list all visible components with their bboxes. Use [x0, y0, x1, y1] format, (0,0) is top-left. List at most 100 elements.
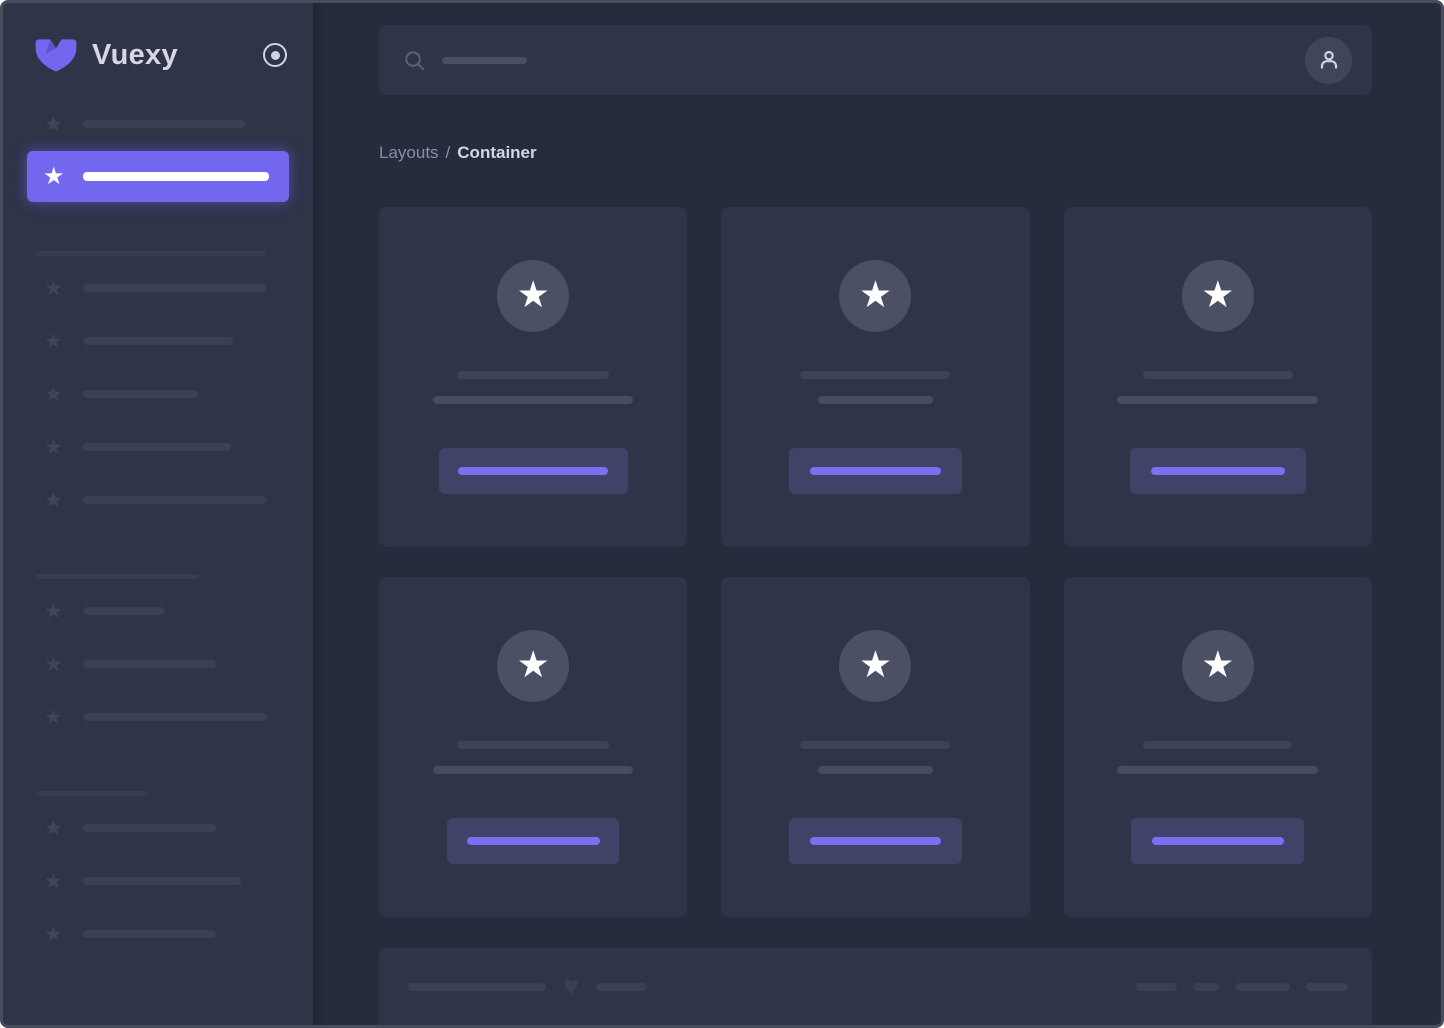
sidebar-item[interactable]: ★ — [3, 922, 289, 946]
skeleton-label-bar — [83, 713, 267, 721]
search-placeholder-bar — [442, 56, 527, 64]
button-label-bar — [809, 837, 941, 846]
skeleton-label-bar — [83, 607, 165, 615]
skeleton-label-bar — [83, 390, 198, 398]
footer-link-bar — [1235, 982, 1290, 991]
sidebar-menu: ★ ★ ★ ★ ★ ★ ★ ★ ★ ★ ★ ★ ★ — [3, 77, 313, 946]
footer-text-bar — [596, 982, 648, 991]
breadcrumb-parent[interactable]: Layouts — [379, 143, 439, 162]
card: ★ — [721, 577, 1030, 918]
sidebar-section: ★ ★ ★ — [3, 791, 313, 946]
sidebar-item[interactable]: ★ — [3, 488, 289, 512]
star-icon: ★ — [516, 644, 550, 686]
section-header-bar — [36, 574, 199, 579]
card-subtitle-bar — [817, 396, 933, 405]
card: ★ — [721, 207, 1030, 548]
card: ★ — [379, 577, 688, 918]
vuexy-logo-icon — [34, 37, 78, 74]
skeleton-label-bar — [83, 660, 216, 668]
star-icon: ★ — [858, 274, 893, 316]
star-icon: ★ — [44, 652, 63, 676]
star-icon: ★ — [44, 435, 63, 459]
card-button[interactable] — [788, 448, 962, 495]
footer-link-bar — [1193, 982, 1219, 991]
star-icon: ★ — [44, 329, 63, 353]
star-icon: ★ — [1201, 644, 1235, 686]
skeleton-label-bar — [83, 284, 266, 292]
card-button[interactable] — [1129, 448, 1306, 495]
sidebar-item[interactable]: ★ — [3, 816, 289, 840]
skeleton-label-bar — [83, 120, 245, 128]
sidebar-item[interactable]: ★ — [3, 276, 289, 300]
section-header-bar — [36, 251, 266, 256]
sidebar-item[interactable]: ★ — [3, 869, 289, 893]
sidebar-section: ★ ★ ★ — [3, 574, 313, 729]
card-avatar: ★ — [1181, 260, 1254, 333]
card-subtitle-bar — [1117, 396, 1319, 405]
star-icon: ★ — [44, 599, 63, 623]
footer-links — [1136, 982, 1360, 991]
card-button[interactable] — [788, 818, 962, 865]
brand-name: Vuexy — [92, 38, 178, 71]
main-content: Layouts / Container ★ ★ ★ ★ ★ ★ ♥ — [313, 3, 1441, 1025]
search-icon — [405, 50, 425, 70]
star-icon: ★ — [44, 488, 63, 512]
card-avatar: ★ — [839, 630, 912, 703]
sidebar-item[interactable]: ★ — [3, 705, 289, 729]
cards-grid: ★ ★ ★ ★ ★ ★ — [379, 207, 1372, 918]
star-icon: ★ — [44, 705, 63, 729]
skeleton-label-bar — [83, 337, 233, 345]
button-label-bar — [1150, 467, 1285, 476]
app-window: Vuexy ★ ★ ★ ★ ★ ★ ★ ★ ★ ★ ★ ★ ★ Layouts / Container — [0, 0, 1444, 1028]
sidebar-item[interactable]: ★ — [3, 112, 289, 136]
card: ★ — [1063, 207, 1372, 548]
sidebar-section: ★ ★ ★ ★ ★ — [3, 251, 313, 512]
star-icon: ★ — [858, 644, 893, 686]
sidebar-item[interactable]: ★ — [3, 435, 289, 459]
skeleton-label-bar — [83, 877, 241, 885]
footer-text-bar — [408, 982, 546, 991]
user-icon — [1320, 50, 1337, 69]
user-avatar[interactable] — [1305, 36, 1352, 84]
breadcrumb-current: Container — [457, 143, 537, 163]
breadcrumb: Layouts / Container — [379, 143, 1372, 163]
record-circle-icon[interactable] — [263, 43, 287, 67]
section-header-bar — [36, 791, 148, 796]
card-title-bar — [1142, 371, 1293, 380]
skeleton-label-bar — [83, 172, 269, 181]
search-bar[interactable] — [379, 25, 1372, 96]
footer-link-bar — [1136, 982, 1177, 991]
skeleton-label-bar — [83, 496, 266, 504]
sidebar-item-active[interactable]: ★ — [27, 151, 289, 202]
footer: ♥ — [379, 948, 1372, 1025]
sidebar-item[interactable]: ★ — [3, 652, 289, 676]
card-subtitle-bar — [433, 396, 634, 405]
skeleton-label-bar — [83, 824, 216, 832]
record-circle-dot — [270, 50, 280, 60]
card-subtitle-bar — [1117, 766, 1319, 775]
card-title-bar — [457, 741, 610, 750]
card-button[interactable] — [447, 818, 620, 865]
skeleton-label-bar — [83, 443, 231, 451]
star-icon: ★ — [44, 922, 63, 946]
card-button[interactable] — [438, 448, 628, 495]
card: ★ — [1063, 577, 1372, 918]
sidebar: Vuexy ★ ★ ★ ★ ★ ★ ★ ★ ★ ★ ★ ★ ★ — [3, 3, 313, 1025]
sidebar-item[interactable]: ★ — [3, 329, 289, 353]
star-icon: ★ — [44, 276, 63, 300]
breadcrumb-separator: / — [445, 143, 451, 163]
card-button[interactable] — [1131, 818, 1305, 865]
sidebar-item[interactable]: ★ — [3, 599, 289, 623]
button-label-bar — [1151, 837, 1284, 846]
star-icon: ★ — [43, 162, 65, 190]
sidebar-item[interactable]: ★ — [3, 382, 289, 406]
star-icon: ★ — [44, 869, 63, 893]
card-subtitle-bar — [433, 766, 634, 775]
star-icon: ★ — [44, 382, 63, 406]
card-title-bar — [457, 371, 610, 380]
button-label-bar — [809, 467, 941, 476]
button-label-bar — [466, 837, 600, 846]
card-title-bar — [1143, 741, 1293, 750]
heart-icon: ♥ — [563, 971, 580, 1002]
card-subtitle-bar — [817, 766, 933, 775]
